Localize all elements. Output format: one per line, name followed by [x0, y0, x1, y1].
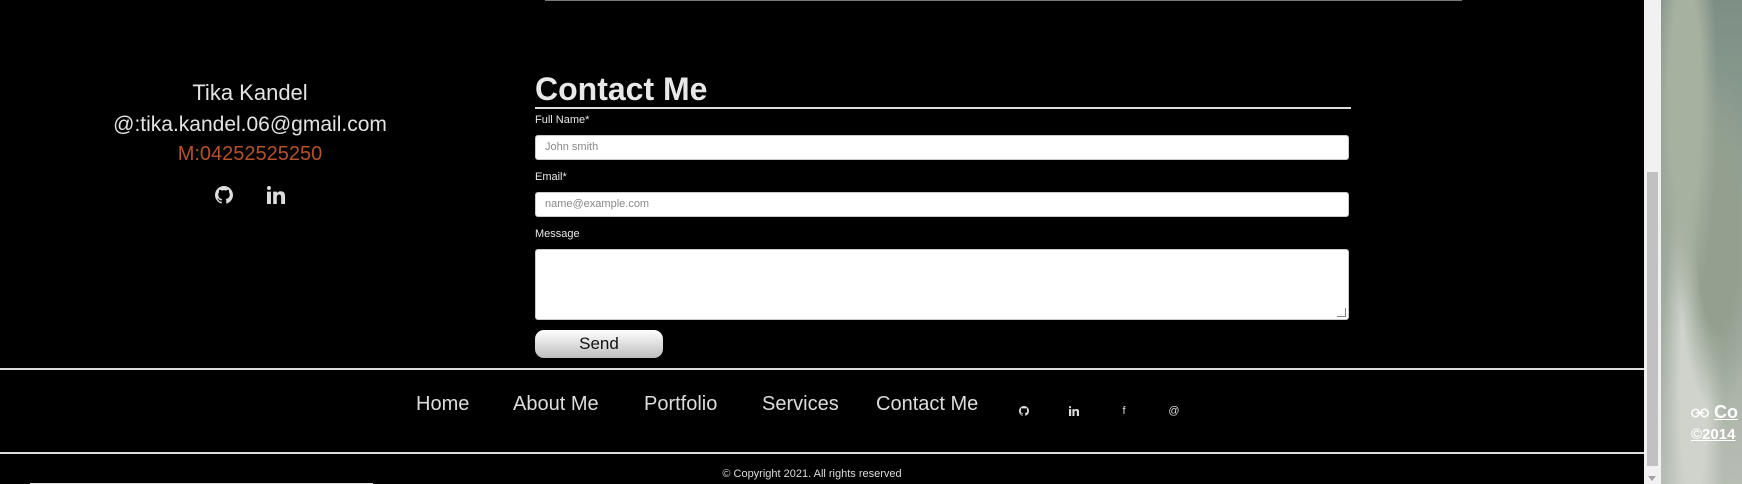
email-label: Email* [535, 171, 567, 183]
nav-contact-me[interactable]: Contact Me [876, 393, 978, 416]
at-icon[interactable]: @ [1166, 403, 1182, 419]
copyright-text: © Copyright 2021. All rights reserved [722, 468, 902, 480]
scrollbar-thumb[interactable] [1647, 172, 1658, 466]
link-icon [1691, 408, 1709, 418]
background-link-text: Co [1714, 402, 1738, 422]
scroll-down-arrow-icon[interactable] [1648, 476, 1656, 481]
nav-about-me[interactable]: About Me [513, 393, 599, 416]
top-divider [545, 0, 1462, 1]
footer-divider-top [0, 368, 1644, 370]
background-image-panel: Co ©2014 [1661, 0, 1742, 484]
vertical-scrollbar[interactable] [1644, 0, 1661, 484]
profile-name: Tika Kandel [192, 80, 308, 105]
github-icon[interactable] [1016, 403, 1032, 419]
page-main: Tika Kandel @:tika.kandel.06@gmail.com M… [0, 0, 1644, 484]
nav-portfolio[interactable]: Portfolio [644, 393, 717, 416]
background-copyright[interactable]: ©2014 [1691, 426, 1735, 443]
profile-email: @:tika.kandel.06@gmail.com [113, 113, 387, 136]
github-icon[interactable] [204, 183, 244, 207]
contact-section: Contact Me Full Name* John smith Email* … [535, 70, 1351, 358]
email-input[interactable]: name@example.com [535, 192, 1349, 217]
resize-handle[interactable] [1337, 308, 1346, 317]
linkedin-icon[interactable] [1066, 403, 1082, 419]
full-name-input[interactable]: John smith [535, 135, 1349, 160]
message-textarea[interactable] [535, 249, 1349, 320]
nav-home[interactable]: Home [416, 393, 469, 416]
profile-phone: M:04252525250 [177, 143, 323, 165]
facebook-icon[interactable]: f [1116, 403, 1132, 419]
background-credit-link[interactable]: Co [1691, 402, 1738, 423]
linkedin-icon[interactable] [256, 183, 296, 207]
contact-title: Contact Me [535, 70, 1351, 109]
send-button[interactable]: Send [535, 330, 663, 358]
nav-services[interactable]: Services [762, 393, 839, 416]
footer-divider-bottom [0, 452, 1644, 454]
full-name-label: Full Name* [535, 114, 590, 126]
message-label: Message [535, 228, 580, 240]
